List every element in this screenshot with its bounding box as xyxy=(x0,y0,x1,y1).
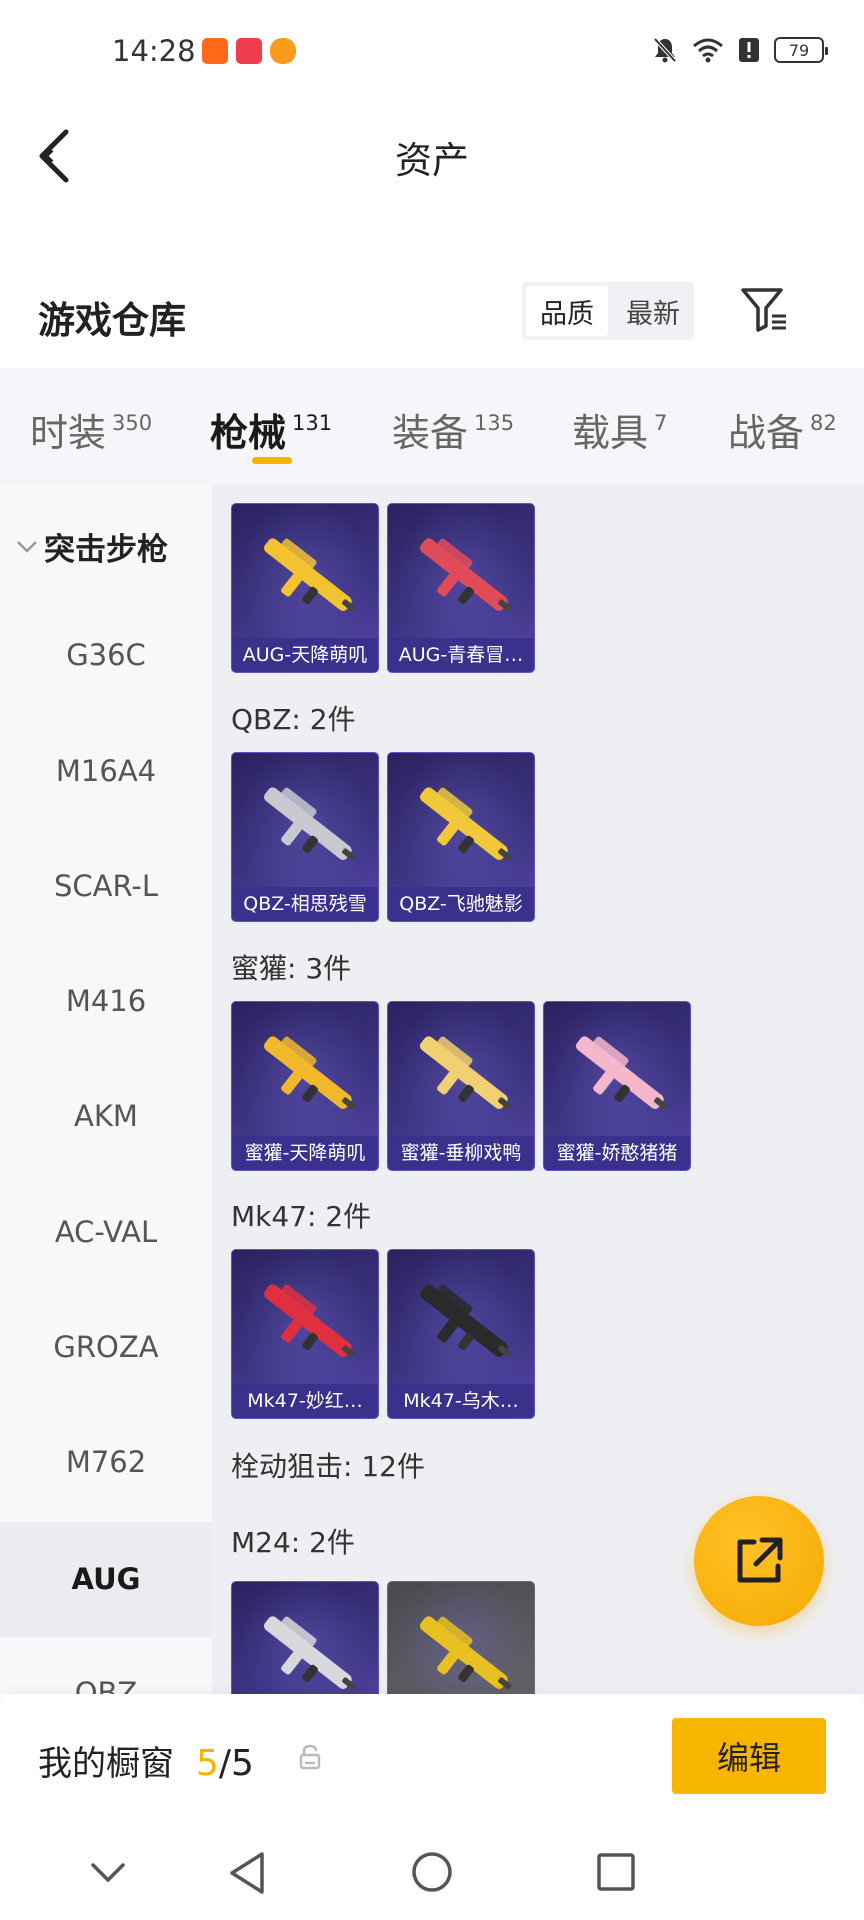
warehouse-header: 游戏仓库 品质 最新 xyxy=(0,270,864,360)
weapon-skin-name: QBZ-相思残雪 xyxy=(232,887,378,921)
share-edit-button[interactable] xyxy=(694,1496,824,1626)
cloud-app-icon xyxy=(236,38,262,64)
tab-count: 7 xyxy=(654,411,668,435)
section-label: QBZ: 2件 xyxy=(231,703,356,736)
weapon-skin-name: AUG-青春冒… xyxy=(388,638,534,672)
home-circle-icon[interactable] xyxy=(410,1850,454,1894)
weapon-skin-card[interactable]: Mk47-乌木… xyxy=(387,1249,535,1419)
showcase-count-current: 5 xyxy=(196,1743,219,1784)
weapon-skin-card[interactable]: QBZ-飞驰魅影 xyxy=(387,752,535,922)
showcase-label: 我的橱窗 xyxy=(38,1744,174,1784)
weapon-image xyxy=(263,1284,356,1358)
weapon-skin-name: 蜜獾-天降萌叽 xyxy=(232,1136,378,1170)
category-tabs: 时装 350 枪械 131 装备 135 载具 7 战备 82 xyxy=(0,368,864,484)
weapon-image xyxy=(263,1616,356,1690)
app-header: 资产 xyxy=(0,100,864,210)
tab-label: 时装 xyxy=(30,411,107,455)
weapon-image xyxy=(263,538,356,612)
taobao-app-icon xyxy=(202,38,228,64)
tab-label: 载具 xyxy=(572,411,649,455)
section-label: 蜜獾: 3件 xyxy=(231,952,352,985)
sort-quality-button[interactable]: 品质 xyxy=(526,286,608,336)
tab-count: 135 xyxy=(474,411,515,435)
sidebar-item-aug[interactable]: AUG xyxy=(0,1522,212,1637)
tab-fashion[interactable]: 时装 350 xyxy=(30,402,152,457)
recents-square-icon[interactable] xyxy=(596,1852,636,1892)
edit-button[interactable]: 编辑 xyxy=(672,1718,826,1794)
sidebar-item-m16a4[interactable]: M16A4 xyxy=(0,754,212,804)
weapon-skin-card[interactable] xyxy=(231,1581,379,1694)
weapon-skin-card[interactable]: AUG-天降萌叽 xyxy=(231,503,379,673)
sidebar-group-assault-rifles[interactable]: 突击步枪 xyxy=(16,524,168,569)
weapon-image xyxy=(419,538,512,612)
collapse-down-icon[interactable] xyxy=(90,1862,126,1884)
wifi-icon xyxy=(693,38,723,63)
mute-icon xyxy=(653,37,677,63)
showcase-count-separator: / xyxy=(218,1743,232,1784)
weapon-image xyxy=(263,787,356,861)
weapon-skin-card[interactable]: AUG-青春冒… xyxy=(387,503,535,673)
warehouse-title: 游戏仓库 xyxy=(38,299,186,342)
filter-icon[interactable] xyxy=(740,286,790,334)
tab-vehicles[interactable]: 载具 7 xyxy=(572,402,667,457)
tab-label: 装备 xyxy=(392,411,469,455)
weapon-skin-name: QBZ-飞驰魅影 xyxy=(388,887,534,921)
status-time: 14:28 xyxy=(112,34,196,68)
weapon-skin-name: 蜜獾-垂柳戏鸭 xyxy=(388,1136,534,1170)
fox-app-icon xyxy=(270,38,296,64)
weapon-skin-card[interactable]: 蜜獾-垂柳戏鸭 xyxy=(387,1001,535,1171)
sidebar-item-akm[interactable]: AKM xyxy=(0,1099,212,1149)
section-label: M24: 2件 xyxy=(231,1526,355,1559)
page-title: 资产 xyxy=(395,139,469,182)
tab-count: 350 xyxy=(112,411,153,435)
showcase-count: 5/5 xyxy=(196,1743,254,1784)
tab-supplies[interactable]: 战备 82 xyxy=(728,402,837,457)
weapon-skin-name: 蜜獾-娇憨猪猪 xyxy=(544,1136,690,1170)
sidebar-item-g36c[interactable]: G36C xyxy=(0,638,212,688)
status-bar: 14:28 79 xyxy=(0,0,864,100)
weapon-image xyxy=(419,1036,512,1110)
weapon-skin-name: AUG-天降萌叽 xyxy=(232,638,378,672)
battery-icon: 79 xyxy=(774,37,828,63)
sidebar-item-groza[interactable]: GROZA xyxy=(0,1330,212,1380)
weapon-image xyxy=(419,787,512,861)
alert-icon xyxy=(739,38,759,62)
sidebar-item-m762[interactable]: M762 xyxy=(0,1445,212,1495)
weapon-skin-name: Mk47-乌木… xyxy=(388,1384,534,1418)
sidebar-group-label: 突击步枪 xyxy=(44,532,168,568)
tab-label: 战备 xyxy=(728,411,805,455)
weapon-image xyxy=(419,1284,512,1358)
active-tab-indicator xyxy=(252,457,292,464)
share-edit-icon xyxy=(737,1537,783,1583)
showcase-bar: 我的橱窗 5/5 编辑 xyxy=(0,1694,864,1824)
weapon-image xyxy=(575,1036,668,1110)
weapon-skin-card[interactable] xyxy=(387,1581,535,1694)
sort-newest-button[interactable]: 最新 xyxy=(612,282,694,340)
back-triangle-icon[interactable] xyxy=(226,1850,268,1896)
weapon-skin-card[interactable]: Mk47-妙红… xyxy=(231,1249,379,1419)
tab-guns[interactable]: 枪械 131 xyxy=(210,402,332,457)
weapon-skin-name: Mk47-妙红… xyxy=(232,1384,378,1418)
tab-count: 131 xyxy=(292,411,333,435)
lock-icon xyxy=(299,1744,321,1770)
tab-label: 枪械 xyxy=(210,411,287,455)
tab-equipment[interactable]: 装备 135 xyxy=(392,402,514,457)
weapon-skin-card[interactable]: 蜜獾-娇憨猪猪 xyxy=(543,1001,691,1171)
sort-toggle: 品质 最新 xyxy=(522,282,694,340)
showcase-label-group: 我的橱窗 5/5 xyxy=(38,1736,254,1785)
tab-count: 82 xyxy=(810,411,837,435)
sidebar-item-scar-l[interactable]: SCAR-L xyxy=(0,869,212,919)
weapon-skin-card[interactable]: 蜜獾-天降萌叽 xyxy=(231,1001,379,1171)
chevron-down-icon xyxy=(17,540,37,553)
section-label: Mk47: 2件 xyxy=(231,1200,372,1233)
weapon-skin-card[interactable]: QBZ-相思残雪 xyxy=(231,752,379,922)
system-nav-bar xyxy=(0,1824,864,1920)
section-label: 栓动狙击: 12件 xyxy=(231,1450,425,1483)
weapon-image xyxy=(263,1036,356,1110)
weapon-type-sidebar: 突击步枪 G36C M16A4 SCAR-L M416 AKM AC-VAL G… xyxy=(0,484,212,1710)
sidebar-item-m416[interactable]: M416 xyxy=(0,984,212,1034)
sidebar-item-ac-val[interactable]: AC-VAL xyxy=(0,1215,212,1265)
showcase-count-total: 5 xyxy=(231,1743,254,1784)
weapon-image xyxy=(419,1616,512,1690)
